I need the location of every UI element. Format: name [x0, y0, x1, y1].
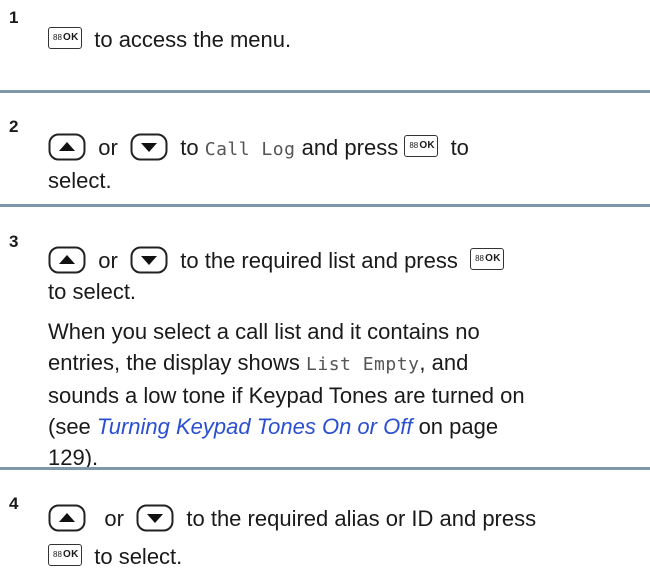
display-text: List Empty — [306, 354, 420, 375]
step-text: and press — [301, 135, 399, 160]
step-body: 88 OK to access the menu. — [48, 24, 630, 55]
divider — [0, 467, 650, 470]
step-body: or to Call Log and press 88 OK to select. — [48, 132, 630, 196]
note-line: sounds a low tone if Keypad Tones are tu… — [48, 383, 525, 408]
divider — [0, 90, 650, 93]
menu-ok-button-icon: 88 OK — [48, 27, 82, 49]
down-arrow-button-icon — [136, 504, 174, 532]
step-number: 1 — [9, 8, 19, 27]
down-arrow-button-icon — [130, 246, 168, 274]
menu-ok-button-icon: 88 OK — [404, 135, 439, 157]
or-text: or — [104, 506, 124, 531]
step-body: or to the required list and press 88 OK t… — [48, 245, 630, 473]
display-text: Call Log — [204, 139, 296, 160]
or-text: or — [98, 135, 118, 160]
cross-reference-link[interactable]: Turning Keypad Tones On or Off — [97, 414, 413, 439]
down-arrow-button-icon — [130, 133, 168, 161]
step-number: 3 — [9, 232, 19, 251]
note-line: (see Turning Keypad Tones On or Off on p… — [48, 414, 499, 439]
step-text: to select. — [48, 279, 137, 304]
step-text: select. — [48, 168, 112, 193]
step-text: to the required alias or ID and press — [186, 506, 537, 531]
divider — [0, 204, 650, 207]
step-text: to the required list and press — [180, 248, 458, 273]
up-arrow-button-icon — [48, 133, 86, 161]
step-text: to access the menu. — [94, 27, 292, 52]
up-arrow-button-icon — [48, 504, 86, 532]
step-text: to — [450, 135, 469, 160]
step-number: 4 — [9, 494, 19, 513]
note-line: entries, the display shows List Empty, a… — [48, 350, 469, 375]
up-arrow-button-icon — [48, 246, 86, 274]
step-body: or to the required alias or ID and press… — [48, 501, 630, 575]
step-text: to select. — [94, 544, 183, 569]
step-number: 2 — [9, 117, 19, 136]
menu-ok-button-icon: 88 OK — [48, 544, 82, 566]
menu-ok-button-icon: 88 OK — [470, 248, 505, 270]
or-text: or — [98, 248, 118, 273]
step-text: to — [180, 135, 199, 160]
note-line: When you select a call list and it conta… — [48, 319, 480, 344]
